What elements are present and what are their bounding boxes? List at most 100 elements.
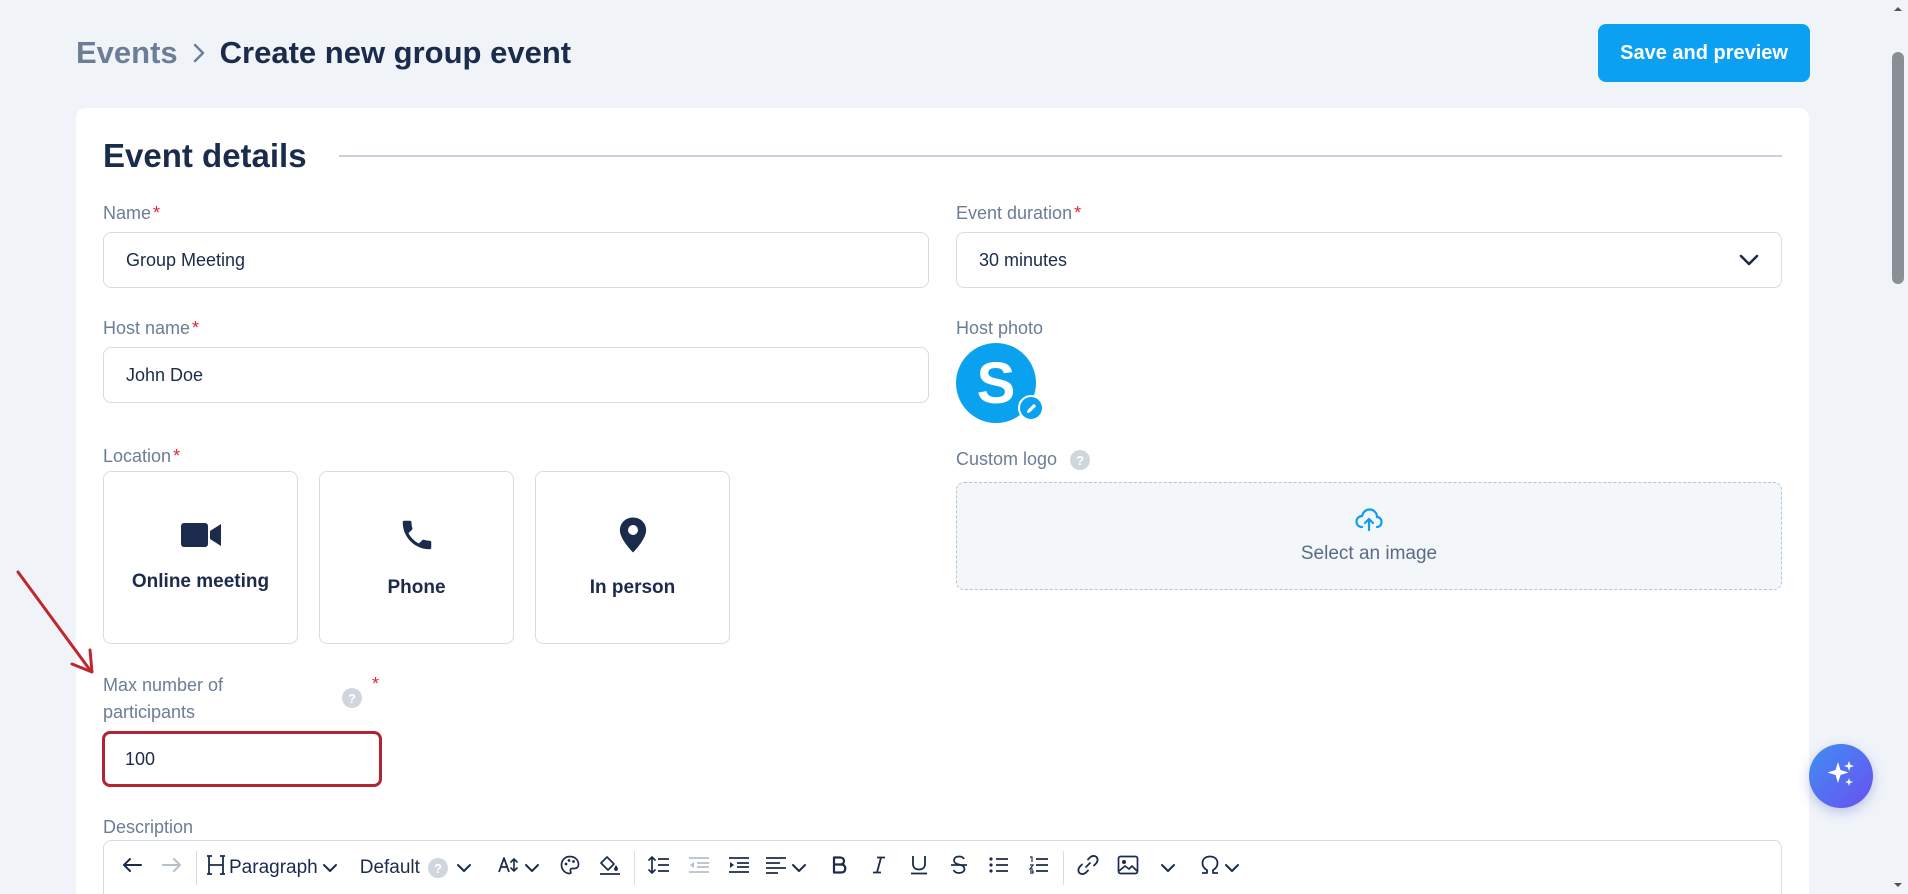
scroll-up-icon[interactable]: [1893, 4, 1903, 14]
scrollbar-thumb[interactable]: [1892, 52, 1904, 284]
heading-dropdown[interactable]: Paragraph: [201, 848, 344, 888]
indent-button[interactable]: [719, 848, 759, 888]
page-header: Events Create new group event Save and p…: [76, 24, 1810, 82]
description-editor[interactable]: Paragraph Default ?: [103, 840, 1782, 894]
align-left-icon: [765, 856, 787, 880]
description-label: Description: [103, 817, 193, 838]
help-icon[interactable]: ?: [342, 688, 362, 708]
help-icon[interactable]: ?: [1070, 450, 1091, 471]
chevron-down-icon: [1739, 250, 1759, 271]
save-and-preview-button[interactable]: Save and preview: [1598, 24, 1810, 82]
underline-button[interactable]: [899, 848, 939, 888]
media-dropdown[interactable]: [1148, 848, 1188, 888]
location-option-phone[interactable]: Phone: [319, 471, 514, 644]
location-option-label: In person: [589, 577, 676, 598]
image-icon: [1117, 855, 1139, 881]
underline-icon: [910, 855, 928, 881]
insert-image-button[interactable]: [1108, 848, 1148, 888]
font-color-button[interactable]: [550, 848, 590, 888]
paint-bucket-icon: [599, 855, 621, 881]
max-participants-input[interactable]: [102, 731, 382, 787]
phone-icon: [398, 516, 436, 559]
chevron-down-icon: [1160, 857, 1176, 879]
video-camera-icon: [180, 522, 222, 553]
bold-icon: [831, 856, 847, 880]
name-label: Name *: [103, 203, 160, 224]
text-align-dropdown[interactable]: [759, 848, 813, 888]
palette-icon: [560, 855, 580, 881]
chevron-down-icon: [791, 857, 807, 879]
event-duration-select[interactable]: 30 minutes: [956, 232, 1782, 288]
outdent-button[interactable]: [679, 848, 719, 888]
custom-logo-label-text: Custom logo: [956, 449, 1058, 469]
event-duration-label-text: Event duration: [956, 203, 1073, 223]
chevron-down-icon: [322, 857, 338, 879]
heading-icon: [207, 855, 225, 881]
numbered-list-button[interactable]: [1019, 848, 1059, 888]
bullet-list-button[interactable]: [979, 848, 1019, 888]
location-option-label: Phone: [387, 577, 446, 598]
strikethrough-button[interactable]: [939, 848, 979, 888]
dropzone-text: Select an image: [1300, 542, 1438, 564]
help-icon: ?: [427, 858, 448, 878]
custom-logo-dropzone[interactable]: Select an image: [956, 482, 1782, 590]
insert-link-button[interactable]: [1068, 848, 1108, 888]
annotation-arrow-icon: [16, 570, 94, 674]
redo-button[interactable]: [152, 848, 192, 888]
link-icon: [1077, 854, 1099, 882]
font-family-value: Default: [359, 857, 420, 878]
required-mark: *: [192, 318, 200, 338]
line-height-button[interactable]: [639, 848, 679, 888]
edit-pencil-icon[interactable]: [1018, 395, 1044, 421]
bold-button[interactable]: [819, 848, 859, 888]
map-pin-icon: [618, 516, 648, 559]
italic-icon: [871, 856, 887, 880]
section-header: Event details: [103, 136, 1782, 176]
chevron-down-icon: [524, 857, 540, 879]
section-divider: [338, 155, 1782, 157]
max-participants-label-line: Max number of: [103, 675, 224, 695]
name-input[interactable]: [103, 232, 929, 288]
font-size-dropdown[interactable]: [492, 848, 546, 888]
host-photo-label-text: Host photo: [956, 318, 1044, 338]
italic-button[interactable]: [859, 848, 899, 888]
required-mark: *: [153, 203, 161, 223]
special-characters-dropdown[interactable]: [1194, 848, 1246, 888]
required-mark: *: [372, 674, 380, 694]
event-details-card: Event details Name* Event duration * 30 m…: [76, 108, 1809, 894]
undo-button[interactable]: [112, 848, 152, 888]
heading-dropdown-value: Paragraph: [229, 857, 318, 878]
font-family-dropdown[interactable]: Default ?: [354, 848, 478, 888]
outdent-icon: [688, 856, 710, 880]
max-participants-label: Max number of participants: [103, 672, 223, 726]
chevron-down-icon: [1224, 857, 1240, 879]
arrow-right-icon: [162, 857, 182, 879]
editor-toolbar: Paragraph Default ?: [112, 845, 1246, 891]
background-color-button[interactable]: [590, 848, 630, 888]
required-mark: *: [173, 446, 181, 466]
location-label: Location *: [103, 446, 180, 467]
chevron-down-icon: [456, 857, 472, 879]
page-scrollbar[interactable]: [1888, 0, 1908, 894]
host-photo-label: Host photo: [956, 318, 1043, 339]
page-title: Create new group event: [219, 35, 572, 70]
host-name-input[interactable]: [103, 347, 929, 403]
location-option-in-person[interactable]: In person: [535, 471, 730, 644]
scroll-down-icon[interactable]: [1893, 880, 1903, 890]
host-name-label-text: Host name: [103, 318, 191, 338]
font-size-icon: [498, 856, 520, 880]
ai-assistant-button[interactable]: [1809, 744, 1873, 808]
toolbar-separator: [1062, 851, 1064, 885]
toolbar-separator: [633, 851, 635, 885]
location-option-online-meeting[interactable]: Online meeting: [103, 471, 298, 644]
bullet-list-icon: [989, 856, 1009, 880]
host-photo-avatar[interactable]: S: [956, 343, 1046, 429]
sparkles-icon: [1825, 758, 1857, 795]
line-height-icon: [648, 855, 670, 881]
custom-logo-label: Custom logo ?: [956, 449, 1091, 471]
breadcrumb-events-link[interactable]: Events: [76, 35, 178, 71]
host-name-label: Host name *: [103, 318, 199, 339]
event-duration-value: 30 minutes: [979, 249, 1068, 270]
strikethrough-icon: [950, 855, 968, 881]
max-participants-label-line: participants: [103, 702, 196, 722]
